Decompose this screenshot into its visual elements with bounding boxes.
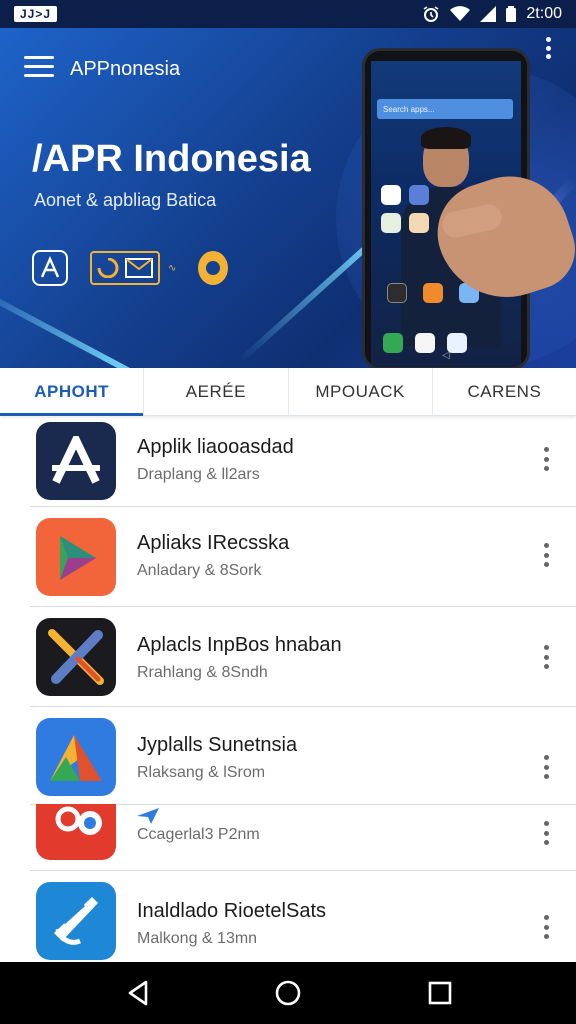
signal-icon	[480, 6, 497, 22]
app-title: Jyplalls Sunetnsia	[137, 734, 298, 756]
home-icon[interactable]	[274, 979, 302, 1007]
app-title: Inaldlado RioetelSats	[137, 900, 327, 922]
paper-plane-icon	[137, 808, 159, 824]
status-bar: JJ>J 2t:00	[0, 0, 576, 28]
app-title: Applik liaooasdad	[137, 436, 294, 458]
hero-banner: APPnonesia /APR Indonesia Aonet & apblia…	[0, 28, 576, 368]
hero-title: /APR Indonesia	[32, 138, 311, 180]
app-subtitle: Rrahlang & 8Sndh	[137, 664, 268, 681]
back-icon[interactable]	[124, 979, 152, 1007]
more-options-icon[interactable]	[538, 912, 554, 942]
divider	[30, 506, 576, 507]
divider	[30, 706, 576, 707]
phone-app-grid	[381, 185, 429, 233]
more-options-icon[interactable]	[538, 818, 554, 848]
hero-subtitle: Aonet & apbliag Batica	[34, 190, 217, 210]
tab-mpouack[interactable]: MPOUACK	[289, 368, 433, 415]
paper-plane-icon	[36, 882, 116, 960]
hero-badges: ∿	[32, 250, 229, 286]
more-options-icon[interactable]	[538, 444, 554, 474]
tab-aeree[interactable]: AERÉE	[144, 368, 289, 415]
maps-icon	[36, 718, 116, 796]
app-subtitle: Rlaksang & lSrom	[137, 764, 266, 781]
list-item[interactable]: Applik liaooasdad Draplang & ll2ars	[0, 418, 576, 518]
list-item[interactable]: Ccagerlal3 P2nm	[0, 804, 576, 862]
app-subtitle: Anladary & 8Sork	[137, 562, 262, 579]
app-subtitle: Draplang & ll2ars	[137, 466, 260, 483]
navigation-bar	[0, 962, 576, 1024]
phone-app-icon	[381, 213, 401, 233]
list-item[interactable]: Jyplalls Sunetnsia Rlaksang & lSrom	[0, 716, 576, 816]
mail-badge-icon[interactable]	[90, 251, 160, 285]
phone-nav-icon: ◁	[442, 350, 450, 361]
list-item[interactable]: Aplacls InpBos hnaban Rrahlang & 8Sndh	[0, 616, 576, 716]
more-options-icon[interactable]	[538, 642, 554, 672]
phone-app-icon	[409, 185, 429, 205]
recents-icon[interactable]	[426, 979, 454, 1007]
app-title: Apliaks IRecsska	[137, 532, 290, 554]
list-item[interactable]: Apliaks IRecsska Anladary & 8Sork	[0, 514, 576, 614]
phone-app-row	[387, 283, 479, 303]
phone-app-icon	[381, 185, 401, 205]
phone-app-icon	[387, 283, 407, 303]
status-icons: 2t:00	[422, 5, 562, 23]
app-title: Aplacls InpBos hnaban	[137, 634, 342, 656]
tab-aphoht[interactable]: APHOHT	[0, 368, 145, 416]
hero-stripe	[0, 278, 280, 368]
more-options-icon[interactable]	[538, 752, 554, 782]
letter-a-icon	[36, 422, 116, 500]
divider	[30, 870, 576, 871]
phone-app-icon	[423, 283, 443, 303]
location-pin-icon	[36, 804, 116, 860]
tab-bar: APHOHT AERÉE MPOUACK CARENS	[0, 368, 576, 416]
clock-text: 2t:00	[526, 5, 562, 22]
app-subtitle: Ccagerlal3 P2nm	[137, 826, 260, 843]
more-options-icon[interactable]	[538, 540, 554, 570]
a-logo-badge-icon[interactable]	[32, 250, 68, 286]
status-badge: JJ>J	[14, 6, 58, 22]
app-title: APPnonesia	[70, 58, 181, 80]
wifi-icon	[450, 6, 471, 22]
play-triangle-icon	[36, 518, 116, 596]
hamburger-menu-icon[interactable]	[24, 56, 54, 80]
divider	[30, 606, 576, 607]
tools-icon	[36, 618, 116, 696]
alarm-icon	[422, 5, 440, 23]
app-subtitle: Malkong & 13mn	[137, 930, 258, 947]
phone-search-bar: Search apps...	[377, 99, 513, 119]
badge-mark: ∿	[168, 262, 177, 274]
pin-badge-icon[interactable]	[198, 251, 229, 285]
battery-icon	[506, 6, 517, 22]
phone-app-icon	[409, 213, 429, 233]
tab-carens[interactable]: CARENS	[433, 368, 576, 415]
overflow-menu-icon[interactable]	[542, 34, 554, 62]
